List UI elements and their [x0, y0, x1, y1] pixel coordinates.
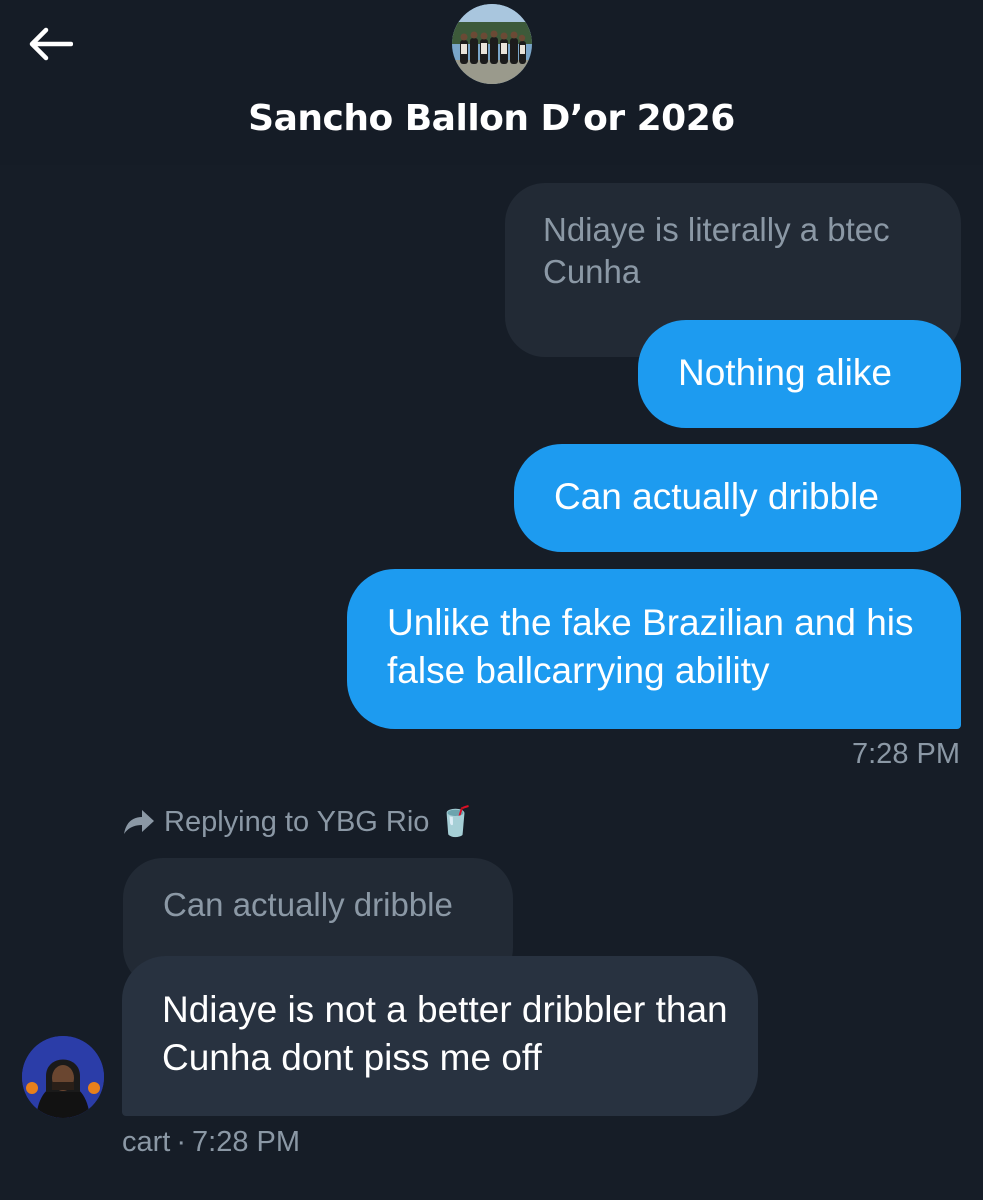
sent-timestamp: 7:28 PM [852, 738, 960, 770]
reply-context[interactable]: Replying to YBG Rio 🥤 [122, 800, 474, 844]
sent-message-text: Nothing alike [678, 352, 892, 393]
sent-message[interactable]: Nothing alike [638, 320, 961, 428]
reply-context-text: Replying to YBG Rio [164, 805, 430, 838]
back-button[interactable] [22, 18, 78, 70]
sender-avatar[interactable] [22, 1036, 104, 1118]
sent-message-text: Can actually dribble [554, 476, 879, 517]
partial-bottom-text [700, 1180, 983, 1200]
conversation-title: Sancho Ballon D’or 2026 [248, 98, 735, 139]
received-meta: cart · 7:28 PM [122, 1126, 300, 1159]
meta-separator: · [176, 1126, 187, 1158]
reply-arrow-icon [124, 810, 154, 834]
sender-name[interactable]: cart [122, 1126, 170, 1159]
received-message[interactable]: Ndiaye is not a better dribbler than Cun… [122, 956, 758, 1116]
sent-message-text: Unlike the fake Brazilian and his false … [387, 602, 914, 691]
group-photo-avatar [452, 4, 532, 84]
cup-emoji: 🥤 [437, 806, 474, 838]
sent-message[interactable]: Unlike the fake Brazilian and his false … [347, 569, 961, 729]
arrow-left-icon [29, 27, 73, 61]
group-avatar[interactable] [452, 4, 532, 84]
sent-message[interactable]: Can actually dribble [514, 444, 961, 552]
received-message-text: Ndiaye is not a better dribbler than Cun… [162, 989, 728, 1078]
quoted-message-text: Ndiaye is literally a btec Cunha [543, 211, 890, 290]
user-photo-avatar [22, 1036, 104, 1118]
received-timestamp: 7:28 PM [192, 1126, 301, 1158]
quoted-reply-text: Can actually dribble [163, 886, 453, 923]
